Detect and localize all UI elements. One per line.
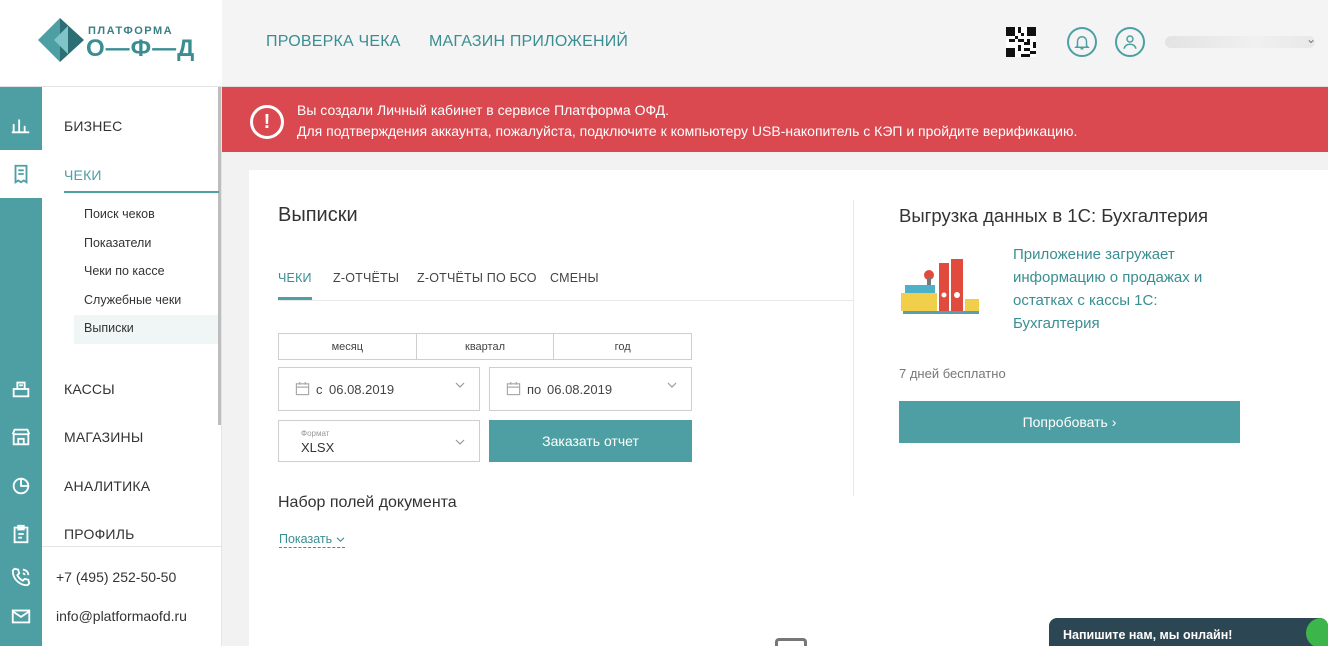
order-report-button[interactable]: Заказать отчет bbox=[489, 420, 692, 462]
bell-icon bbox=[1074, 36, 1090, 50]
mail-icon bbox=[11, 609, 31, 624]
period-year-button[interactable]: год bbox=[554, 334, 691, 359]
sidebar-divider bbox=[42, 546, 222, 547]
contact-phone[interactable]: +7 (495) 252-50-50 bbox=[56, 569, 176, 585]
binders-illustration-icon bbox=[901, 259, 979, 314]
chevron-down-icon bbox=[667, 382, 677, 388]
format-select[interactable]: Формат XLSX bbox=[278, 420, 480, 462]
tabs-divider bbox=[278, 300, 853, 301]
date-from-value: 06.08.2019 bbox=[329, 382, 395, 397]
format-value: XLSX bbox=[301, 440, 335, 455]
receipt-icon bbox=[14, 164, 28, 184]
try-button[interactable]: Попробовать › bbox=[899, 401, 1240, 443]
pie-chart-icon bbox=[12, 477, 30, 495]
promo-description: Приложение загружает информацию о продаж… bbox=[1013, 246, 1203, 332]
sidebar-item-cash-registers[interactable]: КАССЫ bbox=[64, 381, 115, 397]
chevron-down-icon bbox=[455, 439, 465, 445]
tab-receipts[interactable]: ЧЕКИ bbox=[278, 271, 312, 285]
format-label: Формат bbox=[301, 429, 330, 438]
rail-stores[interactable] bbox=[0, 413, 42, 461]
promo-title: Выгрузка данных в 1С: Бухгалтерия bbox=[899, 205, 1209, 226]
qr-code-icon[interactable] bbox=[1006, 27, 1036, 57]
rail-email bbox=[0, 592, 42, 640]
rail-analytics[interactable] bbox=[0, 462, 42, 510]
sub-item-receipts-by-register[interactable]: Чеки по кассе bbox=[84, 264, 165, 278]
calendar-icon bbox=[295, 381, 310, 396]
chevron-down-icon bbox=[455, 382, 465, 388]
period-quarter-button[interactable]: квартал bbox=[417, 334, 555, 359]
store-icon bbox=[11, 428, 31, 446]
period-selector: месяц квартал год bbox=[278, 333, 692, 360]
sidebar-scrollbar[interactable] bbox=[218, 87, 221, 425]
active-underline bbox=[64, 191, 219, 193]
promo-trial-text: 7 дней бесплатно bbox=[899, 366, 1006, 381]
calendar-icon bbox=[506, 381, 521, 396]
sidebar-item-profile[interactable]: ПРОФИЛЬ bbox=[64, 526, 134, 542]
sidebar-item-receipts[interactable]: ЧЕКИ bbox=[64, 167, 102, 183]
rail-business[interactable] bbox=[0, 101, 42, 149]
phone-icon bbox=[11, 567, 31, 587]
show-link-label: Показать bbox=[279, 532, 333, 546]
date-to-field[interactable]: по 06.08.2019 bbox=[489, 367, 692, 411]
sub-item-indicators[interactable]: Показатели bbox=[84, 236, 151, 250]
active-tab-underline bbox=[278, 297, 312, 300]
rail-receipts[interactable] bbox=[0, 150, 42, 198]
tab-z-reports-bso[interactable]: Z-ОТЧЁТЫ ПО БСО bbox=[417, 271, 537, 285]
contact-email[interactable]: info@platformaofd.ru bbox=[56, 608, 187, 624]
main-card: Выписки ЧЕКИ Z-ОТЧЁТЫ Z-ОТЧЁТЫ ПО БСО СМ… bbox=[249, 170, 1328, 646]
alert-line-1: Вы создали Личный кабинет в сервисе Плат… bbox=[297, 102, 670, 118]
logo-text-bottom: О—Ф—Д bbox=[86, 35, 196, 62]
sidebar-item-stores[interactable]: МАГАЗИНЫ bbox=[64, 429, 143, 445]
date-to-value: 06.08.2019 bbox=[547, 382, 613, 397]
alert-line-2: Для подтверждения аккаунта, пожалуйста, … bbox=[297, 123, 1078, 139]
chat-widget[interactable]: Напишите нам, мы онлайн! bbox=[1049, 618, 1328, 646]
chevron-down-icon[interactable]: ⌄ bbox=[1306, 32, 1316, 46]
document-fields-title: Набор полей документа bbox=[278, 494, 457, 511]
sidebar-menu: БИЗНЕС ЧЕКИ Поиск чеков Показатели Чеки … bbox=[42, 87, 222, 646]
verification-alert: ! Вы создали Личный кабинет в сервисе Пл… bbox=[222, 87, 1328, 152]
sidebar-item-analytics[interactable]: АНАЛИТИКА bbox=[64, 478, 150, 494]
date-from-field[interactable]: с 06.08.2019 bbox=[278, 367, 480, 411]
icon-rail bbox=[0, 87, 42, 646]
date-from-prefix: с bbox=[316, 382, 323, 397]
rail-cash-registers[interactable] bbox=[0, 365, 42, 413]
partial-icon bbox=[775, 638, 807, 646]
rail-profile[interactable] bbox=[0, 510, 42, 558]
date-to-prefix: по bbox=[527, 382, 542, 397]
tab-z-reports[interactable]: Z-ОТЧЁТЫ bbox=[333, 271, 399, 285]
chevron-down-icon bbox=[336, 537, 345, 543]
alert-icon: ! bbox=[250, 105, 284, 139]
profile-button[interactable] bbox=[1115, 27, 1145, 57]
period-month-button[interactable]: месяц bbox=[279, 334, 417, 359]
column-divider bbox=[853, 200, 854, 496]
page-title: Выписки bbox=[278, 204, 358, 226]
chat-online-icon bbox=[1306, 618, 1328, 646]
user-name-redacted[interactable] bbox=[1165, 36, 1315, 48]
cash-register-icon bbox=[12, 381, 30, 398]
chat-label: Напишите нам, мы онлайн! bbox=[1063, 628, 1233, 642]
clipboard-icon bbox=[13, 524, 29, 544]
user-icon bbox=[1123, 35, 1137, 49]
top-header: ПРОВЕРКА ЧЕКА МАГАЗИН ПРИЛОЖЕНИЙ ⌄ bbox=[222, 0, 1328, 87]
logo[interactable]: ПЛАТФОРМА О—Ф—Д bbox=[0, 0, 222, 87]
sub-item-service-receipts[interactable]: Служебные чеки bbox=[84, 293, 181, 307]
show-fields-link[interactable]: Показать bbox=[279, 532, 345, 548]
nav-app-store[interactable]: МАГАЗИН ПРИЛОЖЕНИЙ bbox=[429, 33, 628, 51]
tab-shifts[interactable]: СМЕНЫ bbox=[550, 271, 599, 285]
bar-chart-icon bbox=[11, 119, 30, 134]
sub-item-search-receipts[interactable]: Поиск чеков bbox=[84, 207, 155, 221]
logo-mark-icon bbox=[38, 18, 84, 62]
notifications-button[interactable] bbox=[1067, 27, 1097, 57]
sub-item-statements[interactable]: Выписки bbox=[74, 315, 218, 344]
sidebar-item-business[interactable]: БИЗНЕС bbox=[64, 118, 122, 134]
nav-check-receipt[interactable]: ПРОВЕРКА ЧЕКА bbox=[266, 33, 401, 51]
